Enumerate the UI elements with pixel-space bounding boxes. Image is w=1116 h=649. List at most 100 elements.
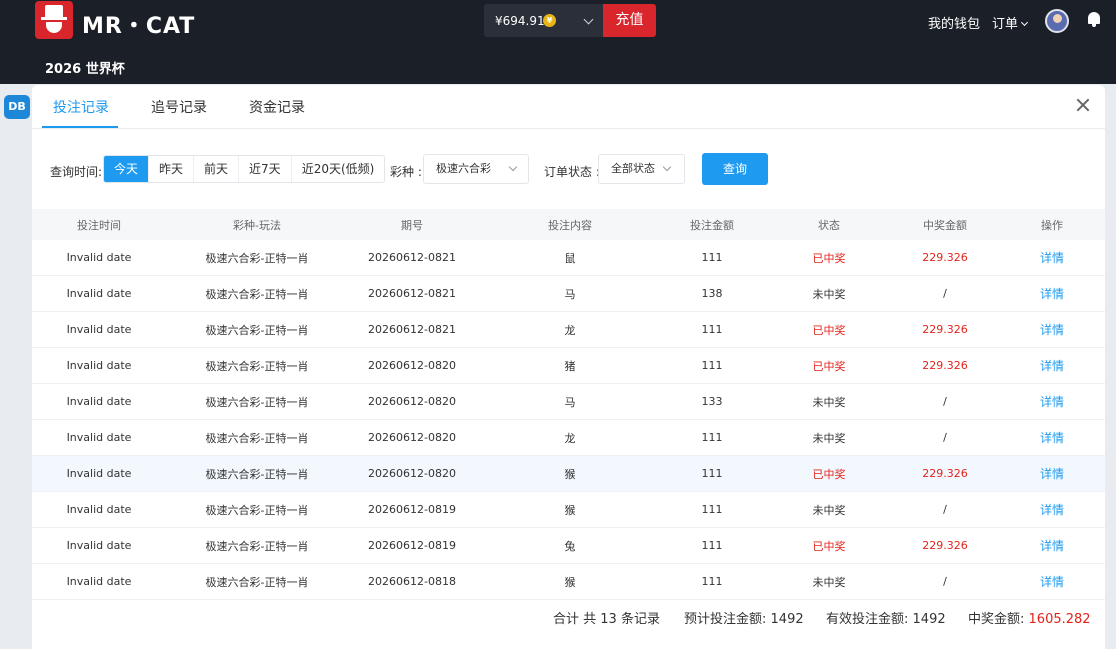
avatar[interactable] bbox=[1045, 9, 1069, 33]
cell-time: Invalid date bbox=[66, 467, 132, 480]
prize-label: 中奖金额: bbox=[968, 612, 1025, 627]
top-header: MR・CAT ¥694.91 ¥ 充值 我的钱包 订单 2026 世界杯 bbox=[0, 0, 1116, 84]
orders-label: 订单 bbox=[992, 17, 1019, 32]
tab-bet-records[interactable]: 投注记录 bbox=[53, 97, 109, 117]
cell-status: 已中奖 bbox=[812, 467, 846, 481]
cell-prize: / bbox=[943, 575, 947, 588]
cell-game: 极速六合彩-正特一肖 bbox=[205, 575, 309, 589]
cell-amount: 111 bbox=[701, 431, 723, 444]
cell-status: 已中奖 bbox=[812, 251, 846, 265]
lottery-select-value: 极速六合彩 bbox=[436, 162, 491, 175]
time-option-7-days[interactable]: 近7天 bbox=[239, 156, 292, 182]
cell-game: 极速六合彩-正特一肖 bbox=[205, 467, 309, 481]
records-modal: 投注记录 追号记录 资金记录 查询时间: 今天 昨天 前天 近7天 近20天(低… bbox=[32, 85, 1105, 649]
tab-fund-records[interactable]: 资金记录 bbox=[249, 97, 305, 117]
bell-icon[interactable] bbox=[1087, 12, 1101, 27]
cell-content: 猴 bbox=[564, 575, 576, 589]
recharge-button[interactable]: 充值 bbox=[603, 4, 656, 37]
detail-link[interactable]: 详情 bbox=[1002, 276, 1102, 311]
detail-link[interactable]: 详情 bbox=[1002, 456, 1102, 491]
table-row: Invalid date 极速六合彩-正特一肖 20260612-0819 猴 111 未… bbox=[32, 492, 1105, 528]
detail-link[interactable]: 详情 bbox=[1002, 492, 1102, 527]
cell-issue: 20260612-0821 bbox=[368, 251, 456, 264]
cell-content: 马 bbox=[564, 395, 576, 409]
prize-value: 1605.282 bbox=[1028, 612, 1091, 627]
time-option-day-before[interactable]: 前天 bbox=[194, 156, 240, 182]
cell-amount: 111 bbox=[701, 503, 723, 516]
column-header: 操作 bbox=[1041, 218, 1063, 232]
my-wallet-link[interactable]: 我的钱包 bbox=[928, 13, 980, 32]
tab-chase-records[interactable]: 追号记录 bbox=[151, 97, 207, 117]
lottery-select[interactable]: 极速六合彩 bbox=[423, 154, 529, 184]
status-filter-label: 订单状态 : bbox=[544, 165, 600, 179]
coin-icon: ¥ bbox=[543, 14, 556, 27]
detail-link[interactable]: 详情 bbox=[1002, 384, 1102, 419]
cell-amount: 111 bbox=[701, 467, 723, 480]
cell-game: 极速六合彩-正特一肖 bbox=[205, 431, 309, 445]
detail-link[interactable]: 详情 bbox=[1002, 240, 1102, 275]
table-body: Invalid date 极速六合彩-正特一肖 20260612-0821 鼠 111 已… bbox=[32, 240, 1105, 600]
cell-prize: / bbox=[943, 431, 947, 444]
cell-content: 马 bbox=[564, 287, 576, 301]
section-title[interactable]: 2026 世界杯 bbox=[45, 58, 125, 77]
valid-bet-total: 有效投注金额: 1492 bbox=[826, 608, 946, 627]
valid-bet-value: 1492 bbox=[912, 612, 946, 627]
cell-status: 未中奖 bbox=[812, 431, 846, 445]
table-row: Invalid date 极速六合彩-正特一肖 20260612-0820 龙 111 未… bbox=[32, 420, 1105, 456]
cell-issue: 20260612-0820 bbox=[368, 431, 456, 444]
active-tab-indicator bbox=[42, 126, 118, 128]
query-button[interactable]: 查询 bbox=[702, 153, 768, 185]
cell-status: 未中奖 bbox=[812, 503, 846, 517]
table-row: Invalid date 极速六合彩-正特一肖 20260612-0820 猴 111 已… bbox=[32, 456, 1105, 492]
cell-prize: 229.326 bbox=[922, 323, 968, 336]
table-header: 投注时间 彩种-玩法 期号 投注内容 投注金额 状态 中奖金额 操作 bbox=[32, 209, 1105, 240]
balance-dropdown[interactable]: ¥694.91 ¥ bbox=[484, 4, 604, 37]
detail-link[interactable]: 详情 bbox=[1002, 564, 1102, 599]
cell-game: 极速六合彩-正特一肖 bbox=[205, 323, 309, 337]
column-header: 投注时间 bbox=[77, 218, 121, 232]
status-select-value: 全部状态 bbox=[611, 162, 655, 175]
table-row: Invalid date 极速六合彩-正特一肖 20260612-0820 猪 111 已… bbox=[32, 348, 1105, 384]
column-header: 投注金额 bbox=[690, 218, 734, 232]
column-header: 状态 bbox=[818, 218, 840, 232]
cell-status: 未中奖 bbox=[812, 287, 846, 301]
cell-amount: 111 bbox=[701, 575, 723, 588]
detail-link[interactable]: 详情 bbox=[1002, 528, 1102, 563]
cell-status: 已中奖 bbox=[812, 323, 846, 337]
time-option-today[interactable]: 今天 bbox=[104, 156, 150, 182]
brand-name[interactable]: MR・CAT bbox=[82, 8, 195, 40]
cell-time: Invalid date bbox=[66, 395, 132, 408]
orders-menu[interactable]: 订单 bbox=[992, 13, 1029, 32]
table-row: Invalid date 极速六合彩-正特一肖 20260612-0818 猴 111 未… bbox=[32, 564, 1105, 600]
detail-link[interactable]: 详情 bbox=[1002, 348, 1102, 383]
detail-link[interactable]: 详情 bbox=[1002, 420, 1102, 455]
cell-issue: 20260612-0820 bbox=[368, 395, 456, 408]
cell-time: Invalid date bbox=[66, 287, 132, 300]
time-option-yesterday[interactable]: 昨天 bbox=[149, 156, 195, 182]
time-option-20-days[interactable]: 近20天(低频) bbox=[292, 156, 385, 182]
cell-content: 猴 bbox=[564, 467, 576, 481]
expected-bet-label: 预计投注金额: bbox=[684, 612, 767, 627]
cell-prize: 229.326 bbox=[922, 467, 968, 480]
cell-amount: 111 bbox=[701, 359, 723, 372]
cell-prize: / bbox=[943, 395, 947, 408]
cell-time: Invalid date bbox=[66, 503, 132, 516]
lottery-filter-label: 彩种 : bbox=[390, 165, 422, 179]
cell-status: 未中奖 bbox=[812, 395, 846, 409]
detail-link[interactable]: 详情 bbox=[1002, 312, 1102, 347]
chevron-down-icon bbox=[662, 162, 672, 172]
mr-cat-logo-icon[interactable] bbox=[35, 1, 73, 39]
cell-issue: 20260612-0819 bbox=[368, 539, 456, 552]
column-header: 中奖金额 bbox=[923, 218, 967, 232]
cell-content: 兔 bbox=[564, 539, 576, 553]
status-select[interactable]: 全部状态 bbox=[598, 154, 685, 184]
cell-content: 龙 bbox=[564, 431, 576, 445]
cell-amount: 138 bbox=[701, 287, 723, 300]
table-row: Invalid date 极速六合彩-正特一肖 20260612-0819 兔 111 已… bbox=[32, 528, 1105, 564]
close-icon[interactable] bbox=[1075, 97, 1091, 113]
cell-prize: 229.326 bbox=[922, 539, 968, 552]
cell-time: Invalid date bbox=[66, 431, 132, 444]
cell-status: 已中奖 bbox=[812, 539, 846, 553]
cell-prize: / bbox=[943, 503, 947, 516]
cell-status: 未中奖 bbox=[812, 575, 846, 589]
